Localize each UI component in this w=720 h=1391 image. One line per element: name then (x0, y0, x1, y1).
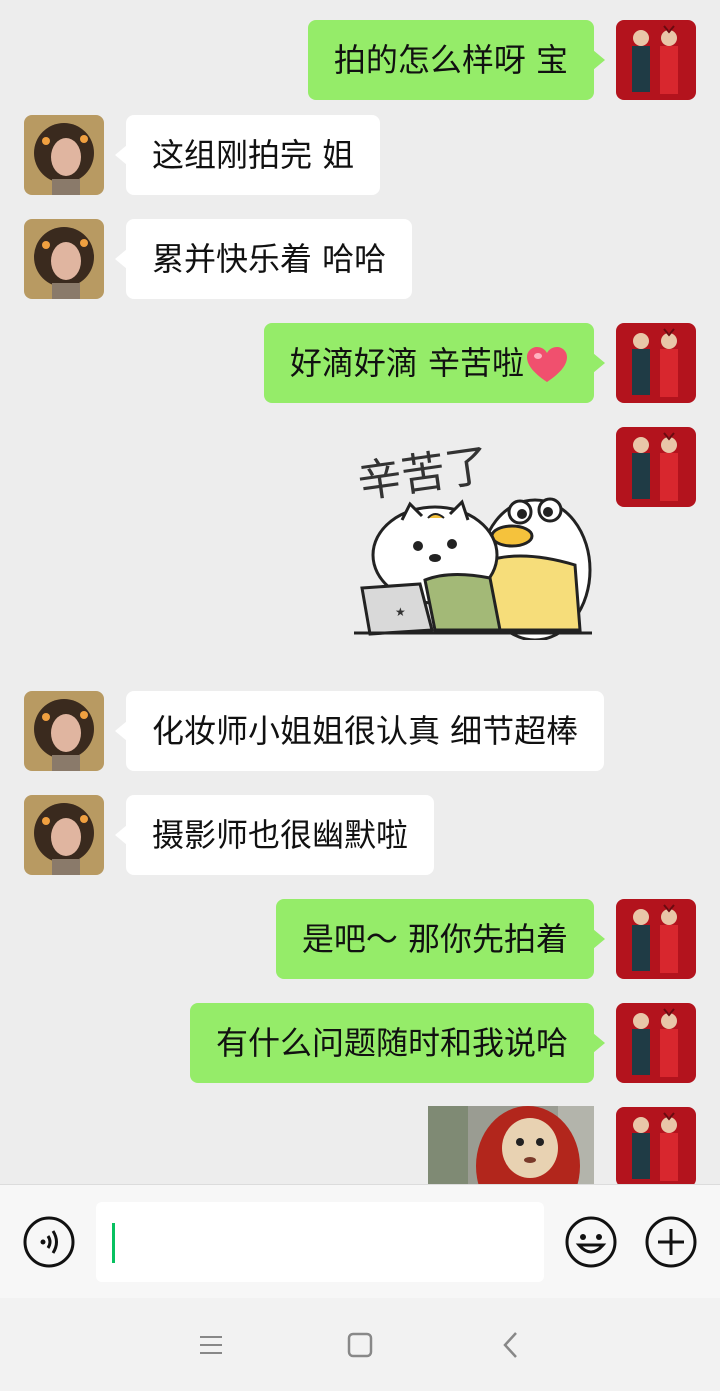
contact-avatar[interactable] (24, 795, 104, 875)
my-avatar[interactable] (616, 1003, 696, 1083)
sticker-caption: 辛苦了 (355, 440, 493, 509)
sent-message-bubble[interactable]: 有什么问题随时和我说哈 (189, 1003, 606, 1083)
contact-avatar[interactable] (24, 219, 104, 299)
home-square-icon[interactable] (340, 1328, 380, 1362)
message-input[interactable] (96, 1202, 544, 1282)
system-navigation-bar (0, 1298, 720, 1391)
contact-avatar[interactable] (24, 115, 104, 195)
received-message-bubble[interactable]: 摄影师也很幽默啦 (114, 795, 435, 875)
message-input-bar (0, 1184, 720, 1298)
text-cursor (112, 1223, 115, 1263)
menu-icon[interactable] (190, 1328, 230, 1362)
my-avatar[interactable] (616, 1107, 696, 1184)
received-message-bubble[interactable]: 化妆师小姐姐很认真 细节超棒 (114, 691, 605, 771)
sent-message-bubble[interactable]: 是吧～ 那你先拍着 (275, 899, 606, 979)
svg-text:★: ★ (395, 605, 406, 619)
emoji-smiley-icon[interactable] (564, 1215, 618, 1269)
my-avatar[interactable] (616, 323, 696, 403)
message-text: 好滴好滴 辛苦啦 (289, 344, 524, 382)
my-avatar[interactable] (616, 899, 696, 979)
received-message-bubble[interactable]: 这组刚拍完 姐 (114, 115, 381, 195)
my-avatar[interactable] (616, 20, 696, 100)
voice-input-icon[interactable] (22, 1215, 76, 1269)
back-chevron-icon[interactable] (492, 1328, 532, 1362)
sticker-message[interactable]: 辛苦了 ★ (340, 430, 602, 642)
chat-area[interactable]: 拍的怎么样呀 宝 这组刚拍完 姐 累并快乐着 哈哈 好滴好滴 辛苦啦 辛苦了 ★… (0, 0, 720, 1184)
plus-icon[interactable] (644, 1215, 698, 1269)
contact-avatar[interactable] (24, 691, 104, 771)
received-message-bubble[interactable]: 累并快乐着 哈哈 (114, 219, 413, 299)
image-message[interactable] (428, 1106, 594, 1184)
my-avatar[interactable] (616, 427, 696, 507)
sent-message-bubble[interactable]: 拍的怎么样呀 宝 (307, 20, 606, 100)
heart-emoji-icon (527, 347, 567, 382)
sent-message-bubble[interactable]: 好滴好滴 辛苦啦 (263, 323, 606, 403)
